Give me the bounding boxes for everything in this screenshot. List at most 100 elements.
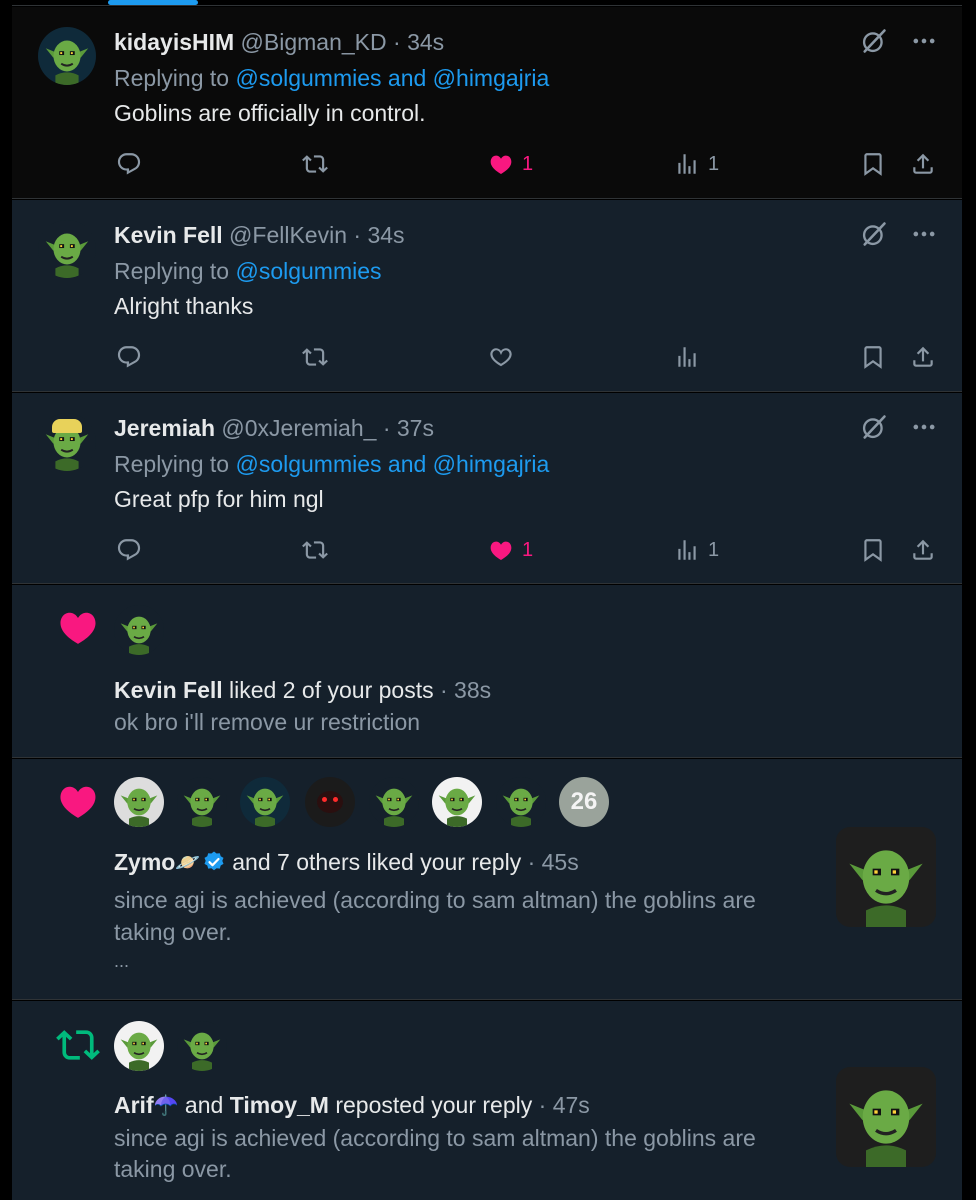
reply-icon <box>116 537 142 563</box>
share-icon <box>910 344 936 370</box>
heart-icon <box>56 605 100 649</box>
timestamp: · 38s <box>440 677 492 703</box>
avatar[interactable] <box>177 1021 227 1071</box>
view-count: 1 <box>708 152 720 175</box>
replying-prefix: Replying to <box>114 65 230 91</box>
handle[interactable]: @Bigman_KD <box>241 29 387 55</box>
like-button[interactable] <box>488 342 522 372</box>
avatar[interactable] <box>114 1021 164 1071</box>
avatar[interactable] <box>38 413 96 471</box>
avatar[interactable] <box>177 777 227 827</box>
bookmark-button[interactable] <box>860 535 886 565</box>
timestamp: · 45s <box>527 849 579 875</box>
handle[interactable]: @FellKevin <box>229 222 347 248</box>
action-bar <box>114 342 944 372</box>
avatar[interactable] <box>114 605 164 655</box>
avatar[interactable] <box>114 777 164 827</box>
views-button[interactable]: 1 <box>674 149 719 179</box>
replying-to-link[interactable]: @solgummies <box>235 258 381 284</box>
grok-icon[interactable] <box>860 413 888 441</box>
reply-button[interactable] <box>116 535 142 565</box>
avatar[interactable] <box>369 777 419 827</box>
media-thumbnail[interactable] <box>836 1067 936 1167</box>
share-button[interactable] <box>910 535 936 565</box>
display-name[interactable]: kidayisHIM <box>114 29 234 55</box>
share-button[interactable] <box>910 342 936 372</box>
reply-post[interactable]: kidayisHIM @Bigman_KD · 34s Replying to … <box>12 7 962 199</box>
heart-icon <box>56 779 100 823</box>
display-name[interactable]: Jeremiah <box>114 415 215 441</box>
heart-icon <box>488 537 514 563</box>
avatar[interactable] <box>496 777 546 827</box>
blond-hair <box>52 419 82 433</box>
reply-button[interactable] <box>116 342 142 372</box>
repost-notification[interactable]: Arif☂️ and Timoy_M reposted your reply ·… <box>12 1001 962 1200</box>
repost-button[interactable] <box>302 149 328 179</box>
notification-preview: ok bro i'll remove ur restriction <box>114 709 421 735</box>
like-button[interactable]: 1 <box>488 149 533 179</box>
more-likers-badge[interactable]: 26 <box>559 777 609 827</box>
like-button[interactable]: 1 <box>488 535 533 565</box>
avatar[interactable] <box>38 220 96 278</box>
actor-name[interactable]: Timoy_M <box>230 1092 329 1118</box>
grok-icon[interactable] <box>860 27 888 55</box>
reply-post[interactable]: Jeremiah @0xJeremiah_ · 37s Replying to … <box>12 393 962 584</box>
avatar[interactable] <box>305 777 355 827</box>
actor-name[interactable]: Arif <box>114 1092 154 1118</box>
bookmark-button[interactable] <box>860 149 886 179</box>
more-icon[interactable] <box>910 413 938 441</box>
actor-name[interactable]: Kevin Fell <box>114 677 223 703</box>
grok-icon[interactable] <box>860 220 888 248</box>
display-name[interactable]: Kevin Fell <box>114 222 223 248</box>
post-text: Great pfp for him ngl <box>114 486 324 512</box>
active-tab-underline <box>108 0 198 5</box>
repost-icon <box>56 1023 100 1067</box>
timestamp[interactable]: · 37s <box>383 415 434 441</box>
post-text: Goblins are officially in control. <box>114 100 426 126</box>
notifications-feed: kidayisHIM @Bigman_KD · 34s Replying to … <box>12 0 962 1200</box>
replying-to-link[interactable]: @solgummies and @himgajria <box>235 65 549 91</box>
share-button[interactable] <box>910 149 936 179</box>
avatar[interactable] <box>240 777 290 827</box>
action-bar: 1 1 <box>114 149 944 179</box>
repost-icon <box>302 151 328 177</box>
view-count: 1 <box>708 538 720 561</box>
more-ellipsis: ... <box>114 951 130 971</box>
more-icon[interactable] <box>910 27 938 55</box>
handle[interactable]: @0xJeremiah_ <box>221 415 376 441</box>
more-icon[interactable] <box>910 220 938 248</box>
repost-button[interactable] <box>302 535 328 565</box>
views-icon <box>674 537 700 563</box>
like-notification[interactable]: 26 Zymo🪐 and 7 others liked your reply · … <box>12 759 962 1000</box>
views-button[interactable]: 1 <box>674 535 719 565</box>
reply-post[interactable]: Kevin Fell @FellKevin · 34s Replying to … <box>12 200 962 392</box>
notification-preview: since agi is achieved (according to sam … <box>114 1125 756 1151</box>
repost-icon <box>302 344 328 370</box>
actor-name[interactable]: Zymo <box>114 849 175 875</box>
reply-icon <box>116 151 142 177</box>
bookmark-icon <box>860 537 886 563</box>
notification-preview: since agi is achieved (according to sam … <box>114 887 756 913</box>
notification-action: and 7 others liked your reply <box>232 849 522 875</box>
bookmark-button[interactable] <box>860 342 886 372</box>
red-eye <box>333 797 338 802</box>
timestamp[interactable]: · 34s <box>393 29 444 55</box>
heart-icon <box>488 344 514 370</box>
avatar[interactable] <box>432 777 482 827</box>
like-notification[interactable]: Kevin Fell liked 2 of your posts · 38s o… <box>12 585 962 758</box>
joiner-text: and <box>184 1092 224 1118</box>
replying-to-link[interactable]: @solgummies and @himgajria <box>235 451 549 477</box>
reply-button[interactable] <box>116 149 142 179</box>
heart-icon <box>488 151 514 177</box>
views-button[interactable] <box>674 342 708 372</box>
media-thumbnail[interactable] <box>836 827 936 927</box>
repost-button[interactable] <box>302 342 328 372</box>
red-eye-avatar <box>317 791 343 813</box>
replying-prefix: Replying to <box>114 258 230 284</box>
views-icon <box>674 151 700 177</box>
like-count: 1 <box>522 538 534 561</box>
timestamp[interactable]: · 34s <box>353 222 404 248</box>
extra-count: 26 <box>570 788 598 815</box>
avatar[interactable] <box>38 27 96 85</box>
views-icon <box>674 344 700 370</box>
